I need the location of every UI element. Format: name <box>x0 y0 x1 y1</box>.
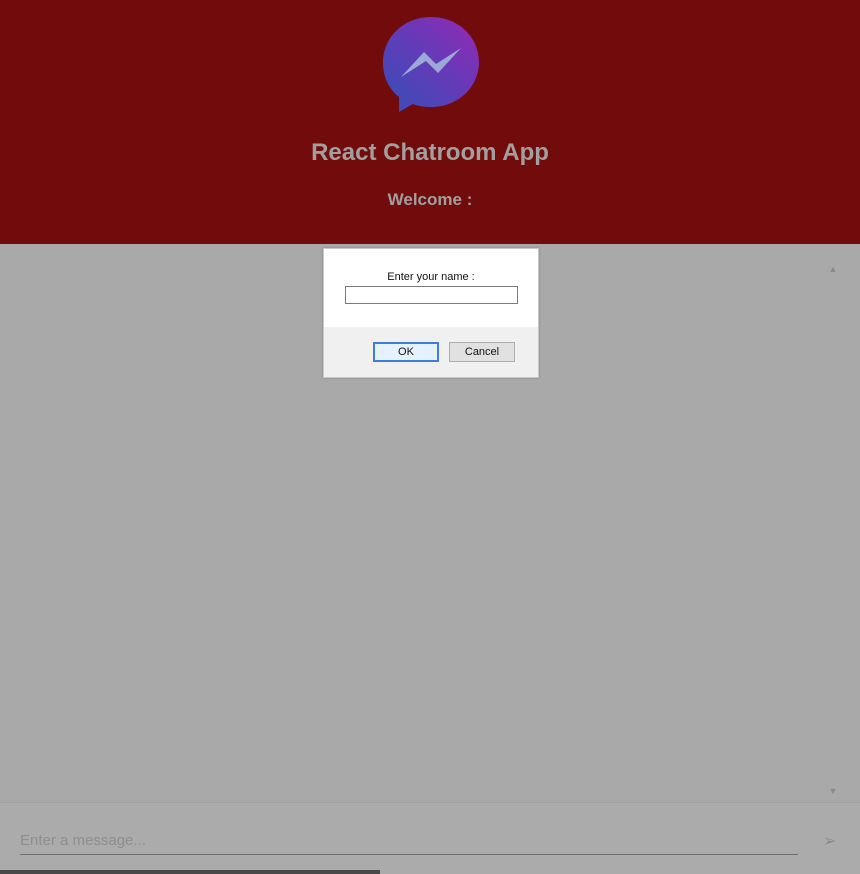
chatroom-app: React Chatroom App Welcome : ▲ ▼ ➢ Enter… <box>0 0 860 874</box>
cancel-button[interactable]: Cancel <box>449 342 515 362</box>
scroll-down-icon[interactable]: ▼ <box>826 784 840 798</box>
name-input[interactable] <box>345 286 518 304</box>
scroll-up-icon[interactable]: ▲ <box>826 262 840 276</box>
message-input[interactable] <box>20 827 798 855</box>
app-title: React Chatroom App <box>311 139 549 166</box>
name-prompt-dialog: Enter your name : OK Cancel <box>323 248 539 378</box>
message-scrollbar[interactable]: ▲ ▼ <box>826 262 840 798</box>
dialog-label: Enter your name : <box>387 271 475 283</box>
bottom-strip <box>0 870 380 874</box>
messenger-logo-icon <box>383 17 479 112</box>
app-header: React Chatroom App Welcome : <box>0 0 860 244</box>
message-composer: ➢ <box>0 802 860 874</box>
ok-button[interactable]: OK <box>373 342 439 362</box>
welcome-text: Welcome : <box>387 190 473 209</box>
send-icon[interactable]: ➢ <box>818 829 842 853</box>
